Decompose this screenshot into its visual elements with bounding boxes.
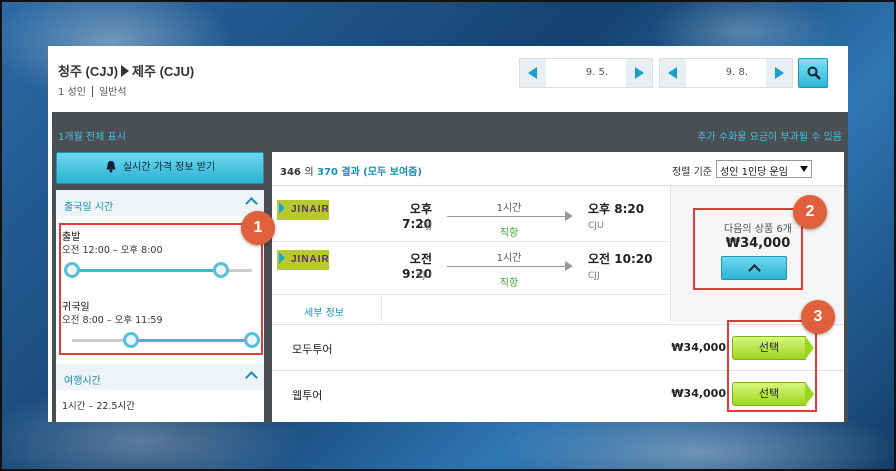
search-header: 청주 (CJJ) 제주 (CJU) 1 성인 일반석 9. 5. 9. 8.	[48, 46, 848, 112]
select-button[interactable]: 선택	[732, 336, 814, 360]
price-alert-label: 실시간 가격 정보 받기	[122, 162, 216, 173]
outbound-leg[interactable]: JINAIR 오후 7:20 CJJ 1시간 직항 오후 8:20 CJU	[272, 194, 668, 242]
origin: 청주 (CJJ)	[58, 64, 119, 79]
route-title: 청주 (CJJ) 제주 (CJU)	[58, 61, 194, 80]
sort-label: 정렬 기준	[672, 167, 712, 178]
sort-select[interactable]: 성인 1인당 운임	[716, 160, 812, 178]
agent-row: 모두투어 ₩34,000 선택	[272, 324, 844, 370]
outbound-slider[interactable]	[64, 262, 252, 278]
agent-price: ₩34,000	[671, 341, 726, 354]
depart-date: 9. 5.	[585, 67, 608, 78]
detail-row-spacer	[382, 294, 668, 322]
collapse-deals-button[interactable]	[721, 256, 787, 280]
agent-price: ₩34,000	[671, 387, 726, 400]
arrival-airport: CJU	[588, 221, 604, 231]
callout-badge-1: 1	[241, 211, 275, 245]
count-of: 의	[304, 167, 314, 178]
search-icon	[807, 66, 821, 80]
departure-airport: CJJ	[420, 221, 432, 231]
passenger-count: 1 성인	[58, 87, 86, 98]
dropdown-icon	[800, 166, 808, 172]
airline-logo: JINAIR	[277, 250, 329, 270]
return-date-picker[interactable]: 9. 8.	[659, 58, 793, 88]
departure-time-filter-header[interactable]: 출국일 시간	[56, 190, 264, 216]
price-alert-button[interactable]: 실시간 가격 정보 받기	[56, 152, 264, 184]
inbound-range: 오전 8:00 – 오후 11:59	[62, 315, 163, 326]
airline-name: JINAIR	[291, 254, 330, 265]
duration: 1시간	[496, 203, 522, 214]
stops: 직항	[499, 228, 519, 239]
next-date-icon[interactable]	[766, 59, 792, 87]
callout-badge-2: 2	[793, 195, 827, 229]
slider-max-handle[interactable]	[213, 262, 230, 278]
depart-date-picker[interactable]: 9. 5.	[519, 58, 653, 88]
travel-time-range: 1시간 – 22.5시간	[62, 401, 135, 412]
slider-min-handle[interactable]	[123, 332, 140, 348]
airline-name: JINAIR	[291, 204, 330, 215]
prev-date-icon[interactable]	[660, 59, 686, 87]
inbound-label: 귀국일	[62, 302, 90, 313]
slider-fill	[131, 339, 252, 342]
total-suffix: 결과 (모두 보여줌)	[341, 167, 422, 178]
chevron-up-icon[interactable]	[245, 371, 258, 384]
slider-min-handle[interactable]	[64, 262, 80, 278]
return-date: 9. 8.	[725, 67, 748, 78]
destination: 제주 (CJU)	[132, 64, 195, 79]
chevron-up-icon[interactable]	[245, 197, 258, 210]
slider-max-handle[interactable]	[244, 332, 260, 348]
outbound-range: 오전 12:00 – 오후 8:00	[62, 245, 163, 256]
arrival-airport: CJJ	[588, 271, 600, 281]
airline-logo: JINAIR	[277, 200, 329, 220]
bell-icon	[106, 161, 116, 173]
callout-badge-3: 3	[801, 300, 835, 334]
flight-arrow-icon	[447, 261, 573, 271]
flight-arrow-icon	[447, 211, 573, 221]
travel-time-filter-header[interactable]: 여행시간	[56, 364, 264, 390]
detail-link[interactable]: 세부 정보	[272, 294, 382, 322]
search-button[interactable]	[798, 58, 828, 88]
duration: 1시간	[496, 253, 522, 264]
arrival-time: 오후 8:20	[588, 202, 645, 216]
agent-row: 웹투어 ₩34,000 선택	[272, 370, 844, 416]
return-leg[interactable]: JINAIR 오전 9:20 CJU 1시간 직항 오전 10:20 CJJ	[272, 244, 668, 292]
filter-title: 여행시간	[64, 376, 101, 387]
jinair-logo-icon	[279, 252, 285, 264]
next-date-icon[interactable]	[626, 59, 652, 87]
passenger-info: 1 성인 일반석	[58, 83, 127, 98]
extra-fee-notice[interactable]: 추가 수화물 요금이 부과될 수 있음	[697, 128, 842, 143]
filter-sidebar: 출국일 시간 출발 오전 12:00 – 오후 8:00 귀국일 오전 8:00…	[56, 190, 264, 422]
filter-title: 출국일 시간	[64, 202, 114, 213]
results-list: 346 의 370 결과 (모두 보여줌) 정렬 기준 성인 1인당 운임 JI…	[272, 152, 844, 422]
flight-search-card: 청주 (CJJ) 제주 (CJU) 1 성인 일반석 9. 5. 9. 8. 1개월…	[48, 46, 848, 422]
results-count: 346 의 370 결과 (모두 보여줌)	[280, 163, 422, 178]
select-button[interactable]: 선택	[732, 382, 814, 406]
total-count: 370	[317, 167, 338, 178]
slider-fill	[72, 269, 222, 272]
shown-count: 346	[280, 167, 301, 178]
inbound-slider[interactable]	[72, 332, 260, 348]
prev-date-icon[interactable]	[520, 59, 546, 87]
arrival-time: 오전 10:20	[588, 252, 653, 266]
cabin-class: 일반석	[98, 87, 127, 98]
best-price: ₩34,000	[725, 236, 791, 251]
agent-name: 모두투어	[292, 343, 333, 356]
route-arrow-icon	[121, 65, 130, 77]
jinair-logo-icon	[279, 202, 285, 214]
stops: 직항	[499, 278, 519, 289]
agent-name: 웹투어	[292, 389, 323, 402]
sort-value: 성인 1인당 운임	[720, 167, 788, 178]
results-toolbar: 346 의 370 결과 (모두 보여줌) 정렬 기준 성인 1인당 운임	[272, 152, 844, 186]
departure-airport: CJU	[416, 271, 432, 281]
show-month-link[interactable]: 1개월 전체 표시	[58, 128, 126, 143]
outbound-label: 출발	[62, 232, 81, 243]
results-panel: 1개월 전체 표시 추가 수화물 요금이 부과될 수 있음 실시간 가격 정보 …	[52, 112, 848, 422]
divider	[91, 86, 93, 97]
